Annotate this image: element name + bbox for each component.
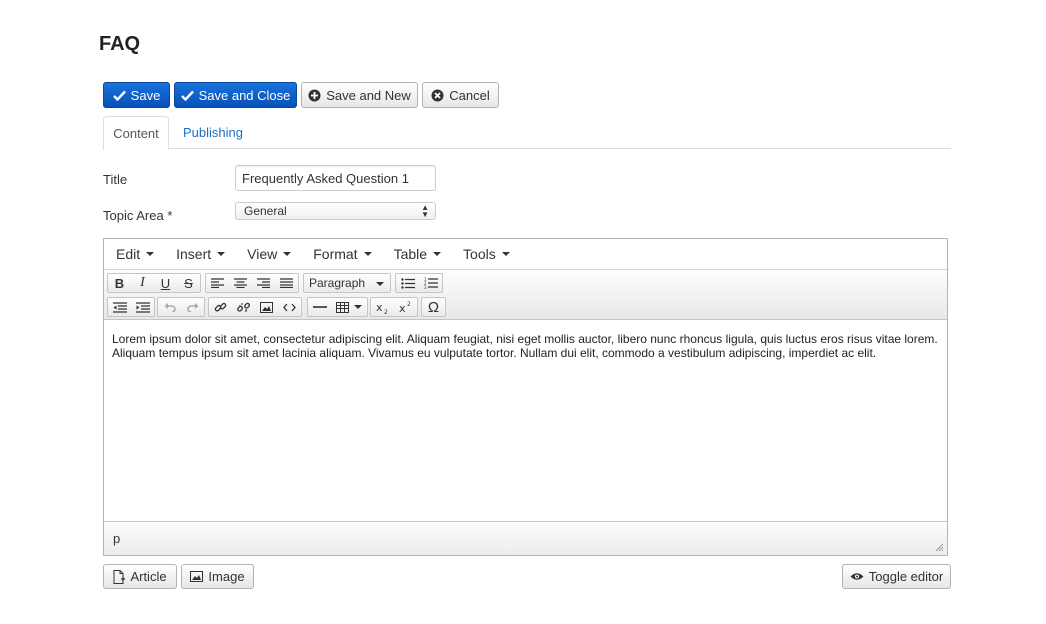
topic-area-label: Topic Area * <box>103 208 173 223</box>
save-and-new-label: Save and New <box>326 87 411 103</box>
alignment-group <box>205 273 299 293</box>
cancel-label: Cancel <box>449 87 490 103</box>
topic-area-value: General <box>244 204 287 218</box>
cancel-button[interactable]: Cancel <box>422 82 499 108</box>
toggle-editor-button[interactable]: Toggle editor <box>842 564 951 589</box>
menu-edit[interactable]: Edit <box>116 246 155 262</box>
bullet-list-icon[interactable] <box>396 274 419 292</box>
italic-button[interactable]: I <box>131 274 154 292</box>
horizontal-rule-icon[interactable] <box>308 298 331 316</box>
rich-text-editor: Edit Insert View Format Table Tools B I … <box>103 238 948 556</box>
format-select[interactable]: Paragraph <box>303 273 391 293</box>
editor-menubar: Edit Insert View Format Table Tools <box>104 239 947 270</box>
image-button[interactable]: Image <box>181 564 254 589</box>
table-icon[interactable] <box>331 298 367 316</box>
svg-text:x: x <box>376 301 383 314</box>
menu-insert[interactable]: Insert <box>176 246 226 262</box>
editor-statusbar: p <box>104 521 947 555</box>
menu-table[interactable]: Table <box>394 246 442 262</box>
save-label: Save <box>130 87 161 103</box>
title-input[interactable] <box>235 165 436 191</box>
save-and-close-label: Save and Close <box>198 87 291 103</box>
omega-icon[interactable]: Ω <box>422 298 445 316</box>
svg-text:x: x <box>399 302 406 314</box>
topic-area-select[interactable]: General ▲ ▼ <box>235 202 436 220</box>
editor-content[interactable]: Lorem ipsum dolor sit amet, consectetur … <box>104 320 947 521</box>
toggle-editor-label: Toggle editor <box>868 569 944 584</box>
save-button[interactable]: Save <box>103 82 170 108</box>
insert-group <box>208 297 302 317</box>
title-label: Title <box>103 172 128 187</box>
align-right-icon[interactable] <box>252 274 275 292</box>
superscript-icon[interactable]: x2 <box>394 298 417 316</box>
caret-down-icon <box>433 252 442 256</box>
script-group: x2 x2 <box>370 297 418 317</box>
check-icon <box>180 90 194 101</box>
caret-down-icon <box>376 282 384 286</box>
page-title: FAQ <box>99 33 141 55</box>
underline-button[interactable]: U <box>154 274 177 292</box>
resize-handle-icon[interactable] <box>935 543 944 552</box>
numbered-list-icon[interactable]: 123 <box>419 274 442 292</box>
eye-icon <box>850 572 864 581</box>
redo-icon[interactable] <box>181 298 204 316</box>
article-button[interactable]: Article <box>103 564 177 589</box>
svg-text:2: 2 <box>407 301 411 308</box>
caret-down-icon <box>363 252 372 256</box>
link-icon[interactable] <box>209 298 232 316</box>
format-select-value: Paragraph <box>309 276 366 290</box>
align-center-icon[interactable] <box>229 274 252 292</box>
align-justify-icon[interactable] <box>275 274 298 292</box>
tab-publishing[interactable]: Publishing <box>171 116 255 149</box>
file-add-icon <box>113 569 126 584</box>
save-and-close-button[interactable]: Save and Close <box>174 82 297 108</box>
editor-toolbar: B I U S Paragraph 1 2 3 x 2 x 2 Ω <box>104 270 947 320</box>
unlink-icon[interactable] <box>232 298 255 316</box>
special-char-group: Ω <box>421 297 446 317</box>
outdent-icon[interactable] <box>108 298 131 316</box>
image-icon[interactable] <box>255 298 278 316</box>
menu-format[interactable]: Format <box>313 246 372 262</box>
strikethrough-button[interactable]: S <box>177 274 200 292</box>
cancel-circle-icon <box>431 89 444 102</box>
menu-view[interactable]: View <box>247 246 292 262</box>
svg-text:2: 2 <box>384 309 388 314</box>
list-group: 123 <box>395 273 443 293</box>
caret-down-icon <box>146 252 155 256</box>
bold-button[interactable]: B <box>108 274 131 292</box>
caret-down-icon <box>283 252 292 256</box>
align-left-icon[interactable] <box>206 274 229 292</box>
table-group <box>307 297 368 317</box>
caret-down-icon <box>501 252 510 256</box>
indent-icon[interactable] <box>131 298 154 316</box>
element-path[interactable]: p <box>113 531 120 546</box>
text-style-group: B I U S <box>107 273 201 293</box>
caret-down-icon <box>217 252 226 256</box>
picture-icon <box>190 571 204 582</box>
image-label: Image <box>208 569 245 584</box>
caret-down-icon <box>354 305 362 309</box>
article-label: Article <box>130 569 167 584</box>
tab-bar: Content Publishing <box>103 116 951 150</box>
code-icon[interactable] <box>278 298 301 316</box>
undo-icon[interactable] <box>158 298 181 316</box>
save-and-new-button[interactable]: Save and New <box>301 82 418 108</box>
subscript-icon[interactable]: x2 <box>371 298 394 316</box>
indent-group <box>107 297 155 317</box>
tab-content[interactable]: Content <box>103 116 169 150</box>
plus-circle-icon <box>308 89 321 102</box>
svg-text:3: 3 <box>424 285 427 289</box>
history-group <box>157 297 205 317</box>
check-icon <box>112 90 126 101</box>
menu-tools[interactable]: Tools <box>463 246 510 262</box>
updown-arrows-icon: ▲ ▼ <box>421 203 429 219</box>
